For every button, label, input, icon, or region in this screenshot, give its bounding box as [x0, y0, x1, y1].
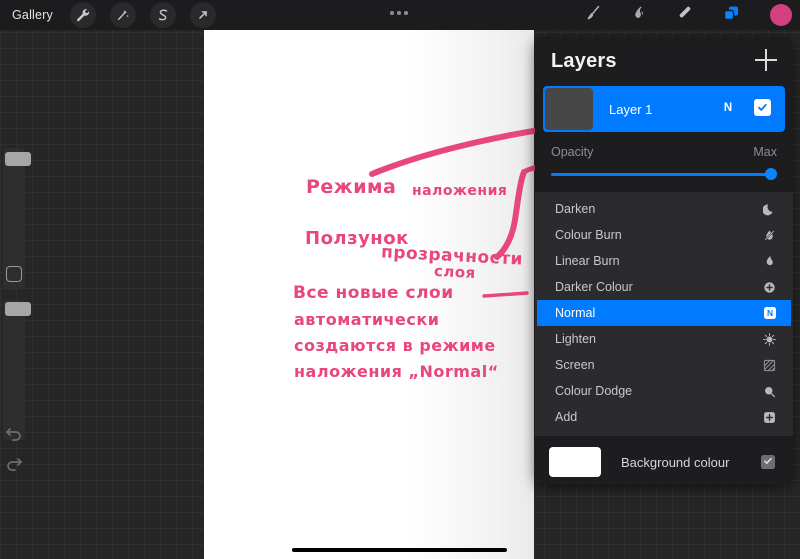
layers-button[interactable] — [720, 2, 742, 28]
annotation-note-normal-line3: создаются в режиме — [294, 336, 496, 355]
background-visibility-checkbox[interactable] — [761, 455, 775, 469]
blend-mode-label: Linear Burn — [555, 254, 620, 268]
blend-mode-item-linear-burn[interactable]: Linear Burn — [537, 248, 791, 274]
color-swatch-button[interactable] — [770, 4, 792, 26]
annotation-note-normal-line4: наложения „Normal“ — [294, 362, 499, 381]
smudge-button[interactable] — [628, 2, 650, 28]
sun-icon — [762, 332, 777, 347]
blend-mode-item-add[interactable]: Add — [537, 404, 791, 430]
paint-brush-button[interactable] — [582, 2, 604, 28]
blend-mode-item-colour-dodge[interactable]: Colour Dodge — [537, 378, 791, 404]
blend-mode-list: Darken Colour Burn Linear Burn Darker Co… — [535, 192, 793, 436]
blend-mode-item-colour-burn[interactable]: Colour Burn — [537, 222, 791, 248]
left-sidebar — [0, 148, 31, 478]
eraser-icon — [676, 4, 694, 27]
blend-mode-item-darken[interactable]: Darken — [537, 196, 791, 222]
opacity-row: Opacity Max — [551, 140, 777, 164]
blend-mode-item-screen[interactable]: Screen — [537, 352, 791, 378]
selection-s-icon — [156, 8, 170, 22]
blend-mode-label: Darker Colour — [555, 280, 633, 294]
blend-mode-label: Colour Burn — [555, 228, 622, 242]
transform-arrow-button[interactable] — [190, 2, 216, 28]
annotation-note-blend-mode-line2: наложения — [412, 183, 508, 199]
brush-icon — [584, 4, 602, 27]
layer-name-label: Layer 1 — [609, 101, 653, 117]
svg-text:N: N — [766, 308, 772, 318]
brush-opacity-slider[interactable] — [3, 300, 31, 440]
layers-panel-title: Layers — [551, 49, 617, 72]
moon-icon — [762, 202, 777, 217]
magic-wand-icon — [116, 8, 130, 22]
plus-circle-icon — [762, 280, 777, 295]
dot-1 — [390, 11, 394, 15]
n-square-icon: N — [762, 306, 777, 321]
magnifier-icon — [762, 384, 777, 399]
opacity-label: Opacity — [551, 145, 594, 159]
hatch-icon — [762, 358, 777, 373]
undo-button[interactable] — [4, 423, 24, 443]
background-colour-label: Background colour — [621, 454, 730, 470]
annotation-note-normal-line1: Все новые слои — [293, 283, 454, 303]
toolbar-right-group — [582, 0, 792, 30]
actions-wrench-button[interactable] — [70, 2, 96, 28]
blend-mode-label: Normal — [555, 306, 596, 320]
plus-square-icon — [762, 410, 777, 425]
dot-2 — [397, 11, 401, 15]
layer-row[interactable]: Layer 1 N — [543, 86, 785, 132]
top-toolbar: Gallery — [0, 0, 800, 30]
blend-mode-label: Lighten — [555, 332, 597, 346]
background-colour-row[interactable]: Background colour — [535, 440, 793, 484]
selection-button[interactable] — [150, 2, 176, 28]
flame-icon — [762, 254, 777, 269]
canvas-menu-dots-button[interactable] — [390, 11, 408, 15]
home-indicator — [292, 547, 507, 552]
layer-blend-mode-badge[interactable]: N — [717, 97, 739, 119]
layer-thumbnail[interactable] — [545, 88, 593, 130]
toolbar-left-group: Gallery — [0, 0, 223, 30]
annotation-note-normal-line2: автоматически — [294, 310, 440, 329]
layers-panel: Layers Layer 1 N Opacity Max Darken Colo… — [535, 36, 793, 484]
layer-visibility-checkbox[interactable] — [754, 99, 771, 116]
opacity-value: Max — [753, 145, 777, 159]
opacity-slider[interactable] — [551, 166, 777, 182]
gallery-button[interactable]: Gallery — [10, 4, 63, 26]
annotation-note-opacity-line3: слоя — [433, 261, 477, 283]
annotation-note-blend-mode-line1: Режима — [306, 176, 397, 198]
dot-3 — [404, 11, 408, 15]
layers-icon — [721, 4, 741, 27]
opacity-slider-track — [551, 173, 769, 176]
blend-mode-label: Colour Dodge — [555, 384, 633, 398]
blend-mode-label: Add — [555, 410, 578, 424]
check-icon — [757, 102, 768, 113]
blend-mode-label: Screen — [555, 358, 595, 372]
wrench-icon — [76, 8, 90, 22]
add-layer-button[interactable] — [755, 49, 777, 71]
check-icon — [763, 453, 773, 471]
adjustments-wand-button[interactable] — [110, 2, 136, 28]
eraser-button[interactable] — [674, 2, 696, 28]
arrow-transform-icon — [196, 8, 210, 22]
brush-opacity-knob[interactable] — [5, 302, 31, 316]
redo-button[interactable] — [4, 453, 24, 473]
procreate-canvas-screen: Режима наложения Ползунок прозрачности с… — [0, 0, 800, 559]
droplet-slash-icon — [762, 228, 777, 243]
layers-panel-header: Layers — [535, 36, 793, 86]
background-colour-swatch[interactable] — [549, 447, 601, 477]
modify-square-button[interactable] — [6, 266, 22, 282]
smudge-icon — [630, 4, 648, 27]
opacity-slider-knob[interactable] — [765, 168, 777, 180]
brush-size-knob[interactable] — [5, 152, 31, 166]
blend-mode-item-normal[interactable]: Normal N — [537, 300, 791, 326]
blend-mode-item-darker-colour[interactable]: Darker Colour — [537, 274, 791, 300]
blend-mode-item-lighten[interactable]: Lighten — [537, 326, 791, 352]
blend-mode-label: Darken — [555, 202, 596, 216]
